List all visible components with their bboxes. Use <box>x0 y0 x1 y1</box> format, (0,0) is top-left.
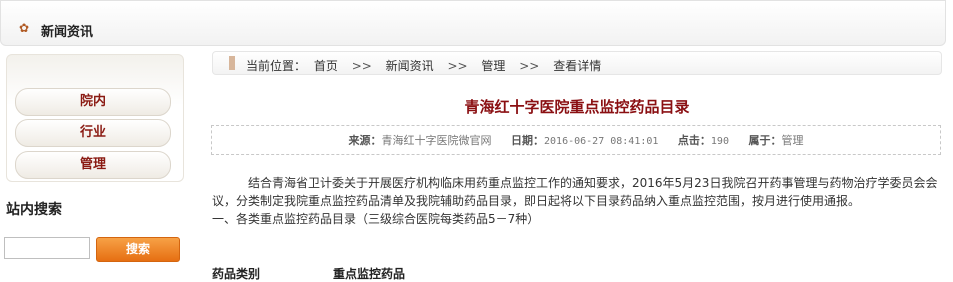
breadcrumb-management[interactable]: 管理 <box>481 59 505 73</box>
sidebar-item-industry[interactable]: 行业 <box>15 119 171 147</box>
article-body: 结合青海省卫计委关于开展医疗机构临床用药重点监控工作的通知要求，2016年5月2… <box>212 174 942 228</box>
meta-source-value: 青海红十字医院微官网 <box>381 134 492 147</box>
article-paragraph: 一、各类重点监控药品目录（三级综合医院每类药品5－7种） <box>212 212 540 226</box>
article-title: 青海红十字医院重点监控药品目录 <box>464 98 690 116</box>
sidebar-item-management[interactable]: 管理 <box>15 151 171 179</box>
meta-clicks-value: 190 <box>710 136 729 147</box>
search-input[interactable] <box>4 237 90 259</box>
category-menu: 院内 行业 管理 <box>6 54 184 182</box>
section-title: 新闻资讯 <box>41 25 94 40</box>
meta-source-label: 来源： <box>348 134 382 147</box>
breadcrumb-prefix: 当前位置： <box>246 59 307 73</box>
breadcrumb-news[interactable]: 新闻资讯 <box>386 59 434 73</box>
search-button[interactable]: 搜索 <box>96 237 180 262</box>
breadcrumb-trail: 当前位置： 首页 >> 新闻资讯 >> 管理 >> 查看详情 <box>246 57 601 74</box>
search-title: 站内搜索 <box>6 202 62 218</box>
breadcrumb-home[interactable]: 首页 <box>314 59 338 73</box>
table-header-category: 药品类别 <box>212 267 261 281</box>
breadcrumb-separator: >> <box>519 59 540 73</box>
meta-category-label: 属于： <box>748 134 782 147</box>
article-paragraph: 结合青海省卫计委关于开展医疗机构临床用药重点监控工作的通知要求，2016年5月2… <box>212 176 938 208</box>
breadcrumb-marker <box>229 56 235 70</box>
article-meta: 来源：青海红十字医院微官网 日期：2016-06-27 08:41:01 点击：… <box>211 125 941 155</box>
section-header: ✿ 新闻资讯 <box>0 0 946 46</box>
table-header-drugs: 重点监控药品 <box>333 267 406 281</box>
breadcrumb-current: 查看详情 <box>553 59 602 73</box>
breadcrumb: 当前位置： 首页 >> 新闻资讯 >> 管理 >> 查看详情 <box>212 51 942 75</box>
meta-date-label: 日期： <box>511 134 545 147</box>
breadcrumb-separator: >> <box>351 59 372 73</box>
meta-clicks-label: 点击： <box>677 134 711 147</box>
meta-category-value: 管理 <box>781 134 804 147</box>
meta-date-value: 2016-06-27 08:41:01 <box>544 136 659 147</box>
sidebar-item-internal[interactable]: 院内 <box>15 88 171 116</box>
gear-icon: ✿ <box>19 21 30 35</box>
breadcrumb-separator: >> <box>447 59 468 73</box>
sidebar: 院内 行业 管理 站内搜索 搜索 <box>0 54 188 276</box>
